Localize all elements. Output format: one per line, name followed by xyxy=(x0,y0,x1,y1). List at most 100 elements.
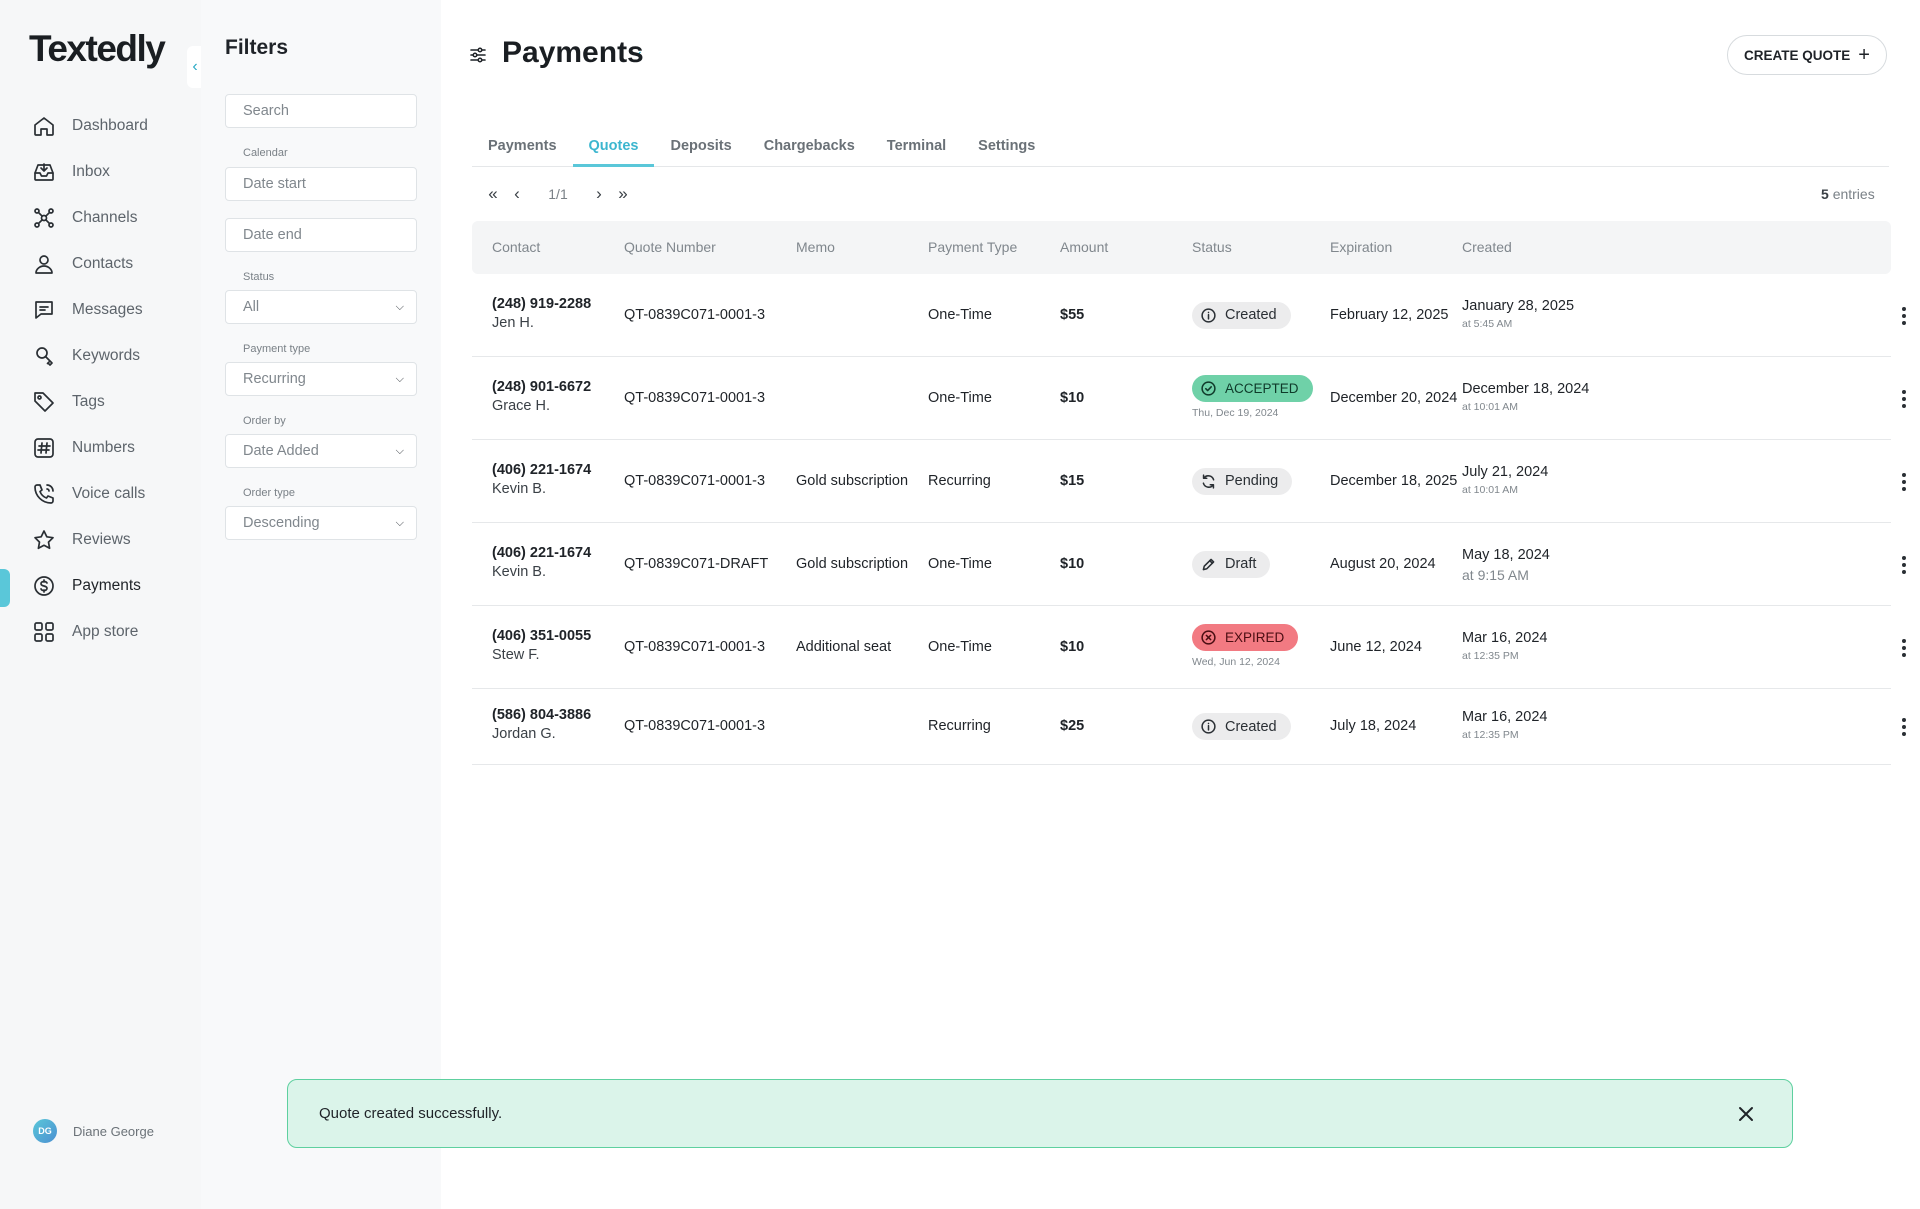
status-cell: Created xyxy=(1192,301,1291,329)
sidebar-item-label: Tags xyxy=(72,393,105,410)
payment-type: One-Time xyxy=(928,555,992,572)
sidebar-item-reviews[interactable]: Reviews xyxy=(0,517,201,563)
row-menu-icon[interactable] xyxy=(1894,470,1914,494)
home-icon xyxy=(34,117,54,136)
memo: Gold subscription xyxy=(796,472,909,489)
create-quote-label: CREATE QUOTE xyxy=(1744,47,1851,63)
table-row[interactable]: (406) 351-0055 Stew F. QT-0839C071-0001-3 A… xyxy=(472,606,1906,689)
sidebar-item-dashboard[interactable]: Dashboard xyxy=(0,103,201,149)
column-header-amount[interactable]: Amount xyxy=(1060,239,1108,255)
column-header-expiration[interactable]: Expiration xyxy=(1330,239,1392,255)
avatar: DG xyxy=(33,1119,57,1143)
sidebar-item-messages[interactable]: Messages xyxy=(0,287,201,333)
contact-cell: (586) 804-3886 Jordan G. xyxy=(492,707,591,742)
payment-type-select[interactable]: Recurring ⌵ xyxy=(225,362,417,396)
created-date: December 18, 2024 xyxy=(1462,380,1590,397)
column-header-memo[interactable]: Memo xyxy=(796,239,835,255)
next-page-icon[interactable]: › xyxy=(587,184,611,204)
expiration-date: December 18, 2025 xyxy=(1330,472,1458,489)
quote-number: QT-0839C071-0001-3 xyxy=(624,718,766,734)
user-icon xyxy=(35,255,53,274)
status-select[interactable]: All ⌵ xyxy=(225,290,417,324)
sidebar-item-app-store[interactable]: App store xyxy=(0,609,201,655)
calendar-label: Calendar xyxy=(243,147,288,159)
contact-phone[interactable]: (406) 221-1674 xyxy=(492,462,591,478)
last-page-icon[interactable]: » xyxy=(611,184,635,204)
column-header-created[interactable]: Created xyxy=(1462,239,1512,255)
contact-name: Kevin B. xyxy=(492,480,546,497)
amount: $25 xyxy=(1060,718,1085,734)
status-cell: Draft xyxy=(1192,550,1271,578)
row-menu-icon[interactable] xyxy=(1894,553,1914,577)
table-row[interactable]: (406) 221-1674 Kevin B. QT-0839C071-0001-3… xyxy=(472,440,1906,523)
contact-phone[interactable]: (586) 804-3886 xyxy=(492,707,591,723)
column-header-quote-number[interactable]: Quote Number xyxy=(624,239,716,255)
order-type-label: Order type xyxy=(243,487,295,499)
amount: $10 xyxy=(1060,638,1085,655)
sidebar-item-label: Reviews xyxy=(72,531,131,548)
payment-type-label: Payment type xyxy=(243,343,311,355)
x-circle-icon xyxy=(1201,629,1216,645)
status-badge: Pending xyxy=(1192,467,1293,495)
contact-phone[interactable]: (406) 351-0055 xyxy=(492,628,591,644)
column-header-payment-type[interactable]: Payment Type xyxy=(928,239,1017,255)
status-label: Created xyxy=(1225,307,1277,323)
status-badge: Draft xyxy=(1192,550,1271,578)
info-icon xyxy=(1201,719,1216,734)
tab-payments[interactable]: Payments xyxy=(472,124,573,167)
table-row[interactable]: (406) 221-1674 Kevin B. QT-0839C071-DRAFT G… xyxy=(472,523,1906,606)
tab-settings[interactable]: Settings xyxy=(962,124,1051,167)
created-time: at 5:45 AM xyxy=(1462,317,1513,330)
sidebar-item-tags[interactable]: Tags xyxy=(0,379,201,425)
entries-number: 5 xyxy=(1821,186,1829,202)
contact-name: Grace H. xyxy=(492,397,551,414)
user-profile[interactable]: DG Diane George xyxy=(33,1119,154,1143)
contact-phone[interactable]: (248) 919-2288 xyxy=(492,296,591,312)
created-cell: Mar 16, 2024 at 12:35 PM xyxy=(1462,630,1547,662)
sidebar-item-channels[interactable]: Channels xyxy=(0,195,201,241)
tab-deposits[interactable]: Deposits xyxy=(654,124,747,167)
tab-chargebacks[interactable]: Chargebacks xyxy=(748,124,871,167)
tab-terminal[interactable]: Terminal xyxy=(871,124,962,167)
table-row[interactable]: (586) 804-3886 Jordan G. QT-0839C071-0001-… xyxy=(472,689,1906,765)
tab-quotes[interactable]: Quotes xyxy=(572,124,655,167)
order-type-select-value: Descending xyxy=(243,515,320,531)
row-menu-icon[interactable] xyxy=(1894,715,1914,739)
row-menu-icon[interactable] xyxy=(1894,387,1914,411)
table-row[interactable]: (248) 901-6672 Grace H. QT-0839C071-0001-3… xyxy=(472,357,1906,440)
created-cell: July 21, 2024 at 10:01 AM xyxy=(1462,464,1548,496)
active-indicator xyxy=(0,569,10,607)
first-page-icon[interactable]: « xyxy=(481,184,505,204)
column-header-contact[interactable]: Contact xyxy=(492,239,540,255)
table-row[interactable]: (248) 919-2288 Jen H. QT-0839C071-0001-3 On… xyxy=(472,274,1906,357)
sidebar-item-numbers[interactable]: Numbers xyxy=(0,425,201,471)
app-logo[interactable]: Textedly xyxy=(29,28,166,70)
date-start-field[interactable]: Date start xyxy=(225,167,417,201)
contact-phone[interactable]: (406) 221-1674 xyxy=(492,545,591,561)
page-title: Payments xyxy=(502,36,644,69)
sidebar-item-voice-calls[interactable]: Voice calls xyxy=(0,471,201,517)
sidebar-item-keywords[interactable]: Keywords xyxy=(0,333,201,379)
sidebar-item-label: Keywords xyxy=(72,347,141,364)
row-menu-icon[interactable] xyxy=(1894,304,1914,328)
order-by-select[interactable]: Date Added ⌵ xyxy=(225,434,417,468)
sidebar-item-inbox[interactable]: Inbox xyxy=(0,149,201,195)
sidebar: Textedly ‹ Dashboard Inbox Channels Contact… xyxy=(0,0,203,1209)
date-end-field[interactable]: Date end xyxy=(225,218,417,252)
column-header-status[interactable]: Status xyxy=(1192,239,1232,255)
row-menu-icon[interactable] xyxy=(1894,636,1914,660)
prev-page-icon[interactable]: ‹ xyxy=(505,184,529,204)
close-icon[interactable] xyxy=(1734,1102,1758,1126)
created-time: at 12:35 PM xyxy=(1462,649,1519,662)
quote-number: QT-0839C071-0001-3 xyxy=(624,306,766,323)
sidebar-item-contacts[interactable]: Contacts xyxy=(0,241,201,287)
sidebar-item-payments[interactable]: Payments xyxy=(0,563,201,609)
search-input[interactable]: Search xyxy=(225,94,417,128)
contact-cell: (248) 919-2288 Jen H. xyxy=(492,296,591,331)
order-type-select[interactable]: Descending ⌵ xyxy=(225,506,417,540)
contact-phone[interactable]: (248) 901-6672 xyxy=(492,379,591,395)
settings-sliders-icon[interactable] xyxy=(470,47,486,63)
sidebar-item-label: Numbers xyxy=(72,439,135,456)
channels-icon xyxy=(34,208,54,228)
create-quote-button[interactable]: CREATE QUOTE + xyxy=(1727,35,1887,75)
